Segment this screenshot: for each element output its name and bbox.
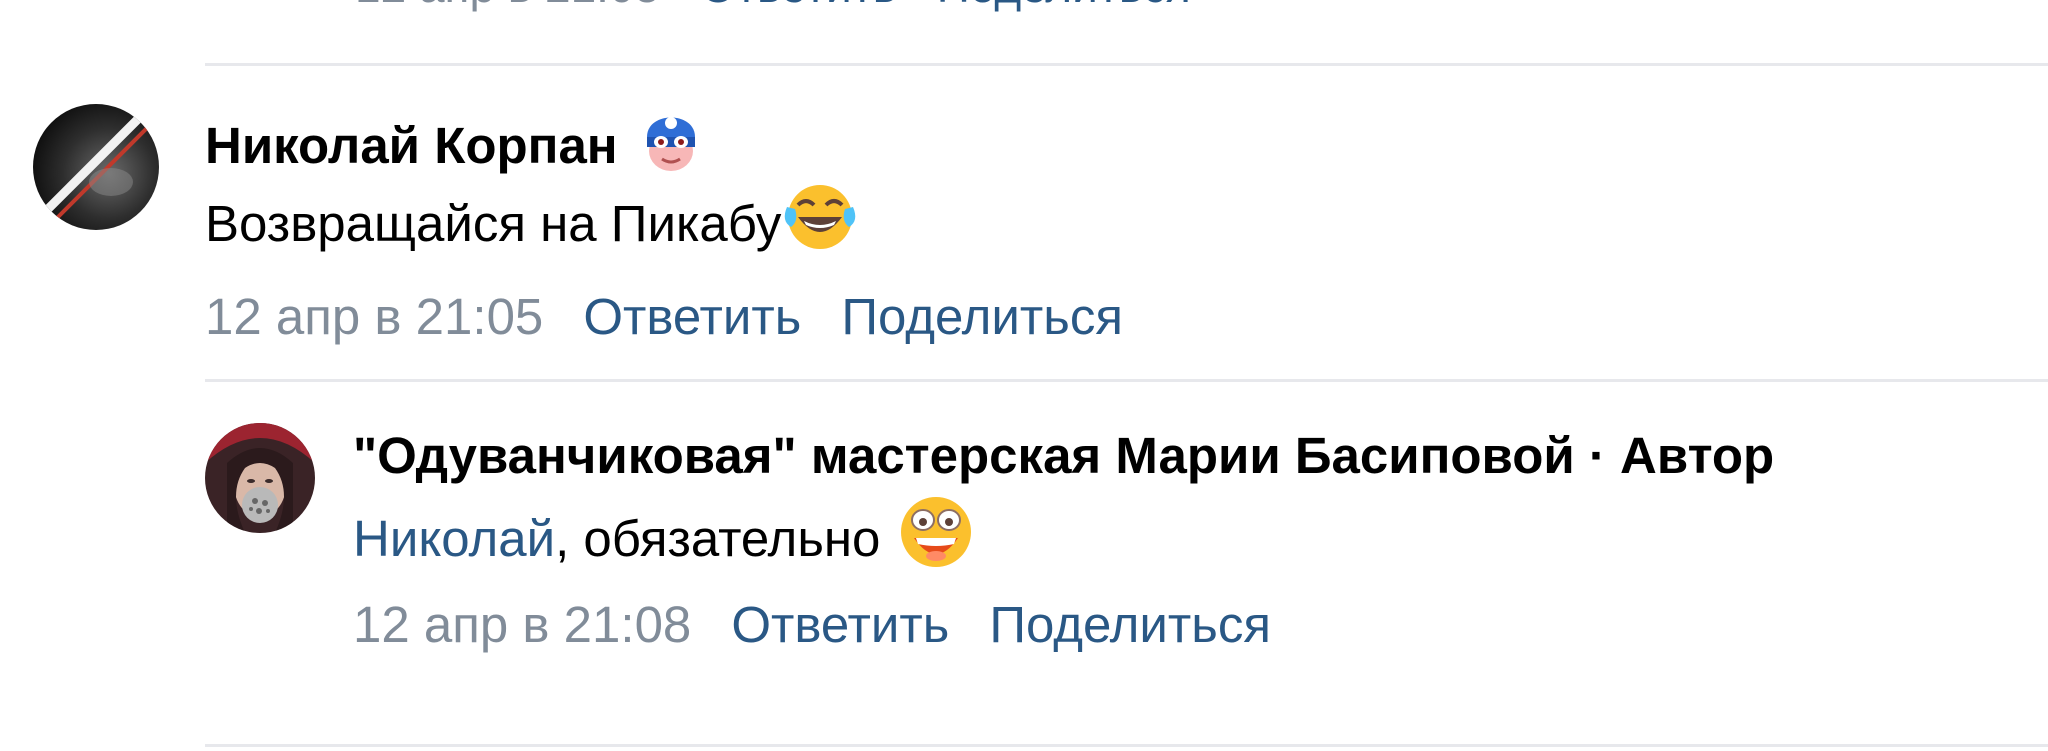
comment-timestamp[interactable]: 12 апр в 21:05 — [205, 287, 543, 346]
avatar[interactable] — [205, 423, 315, 533]
face-with-tears-of-joy-icon — [781, 181, 859, 265]
comment-divider — [205, 744, 2048, 747]
reply-footer: 12 апр в 21:08 Ответить Поделиться — [353, 593, 1271, 655]
comments-thread: 12 апр в 21:05 Ответить Поделиться Никол… — [0, 0, 2048, 751]
reply-link[interactable]: Ответить — [583, 287, 801, 346]
comment-text: Возвращайся на Пикабу — [205, 185, 859, 256]
share-link[interactable]: Поделиться — [989, 595, 1271, 654]
mention-link[interactable]: Николай — [353, 509, 555, 568]
previous-comment-footer: 12 апр в 21:05 Ответить Поделиться — [355, 0, 1191, 12]
comment-divider — [205, 63, 2048, 66]
reply-author[interactable]: "Одуванчиковая" мастерская Марии Басипов… — [353, 424, 1774, 486]
reply-link[interactable]: Ответить — [731, 595, 949, 654]
comment-footer: 12 апр в 21:05 Ответить Поделиться — [205, 285, 1123, 347]
avatar-image — [33, 104, 159, 230]
avatar[interactable] — [33, 104, 159, 230]
reply-text: Николай , обязательно — [353, 497, 974, 571]
share-link[interactable]: Поделиться — [841, 287, 1123, 346]
comment-text-content: Возвращайся на Пикабу — [205, 194, 782, 252]
author-name[interactable]: Николай Корпан — [205, 116, 618, 175]
reply-text-content: , обязательно — [555, 509, 881, 567]
superhero-mask-emoji-icon — [638, 103, 704, 187]
share-link[interactable]: Поделиться — [937, 0, 1191, 13]
author-name[interactable]: "Одуванчиковая" мастерская Марии Басипов… — [353, 426, 1774, 485]
reply-link[interactable]: Ответить — [700, 0, 897, 13]
comment-timestamp[interactable]: 12 апр в 21:08 — [353, 595, 691, 654]
grinning-face-with-big-eyes-icon — [898, 494, 974, 582]
comment-author[interactable]: Николай Корпан — [205, 112, 704, 178]
comment-divider — [205, 379, 2048, 382]
comment-timestamp[interactable]: 12 апр в 21:05 — [355, 0, 660, 13]
avatar-image — [205, 423, 315, 533]
